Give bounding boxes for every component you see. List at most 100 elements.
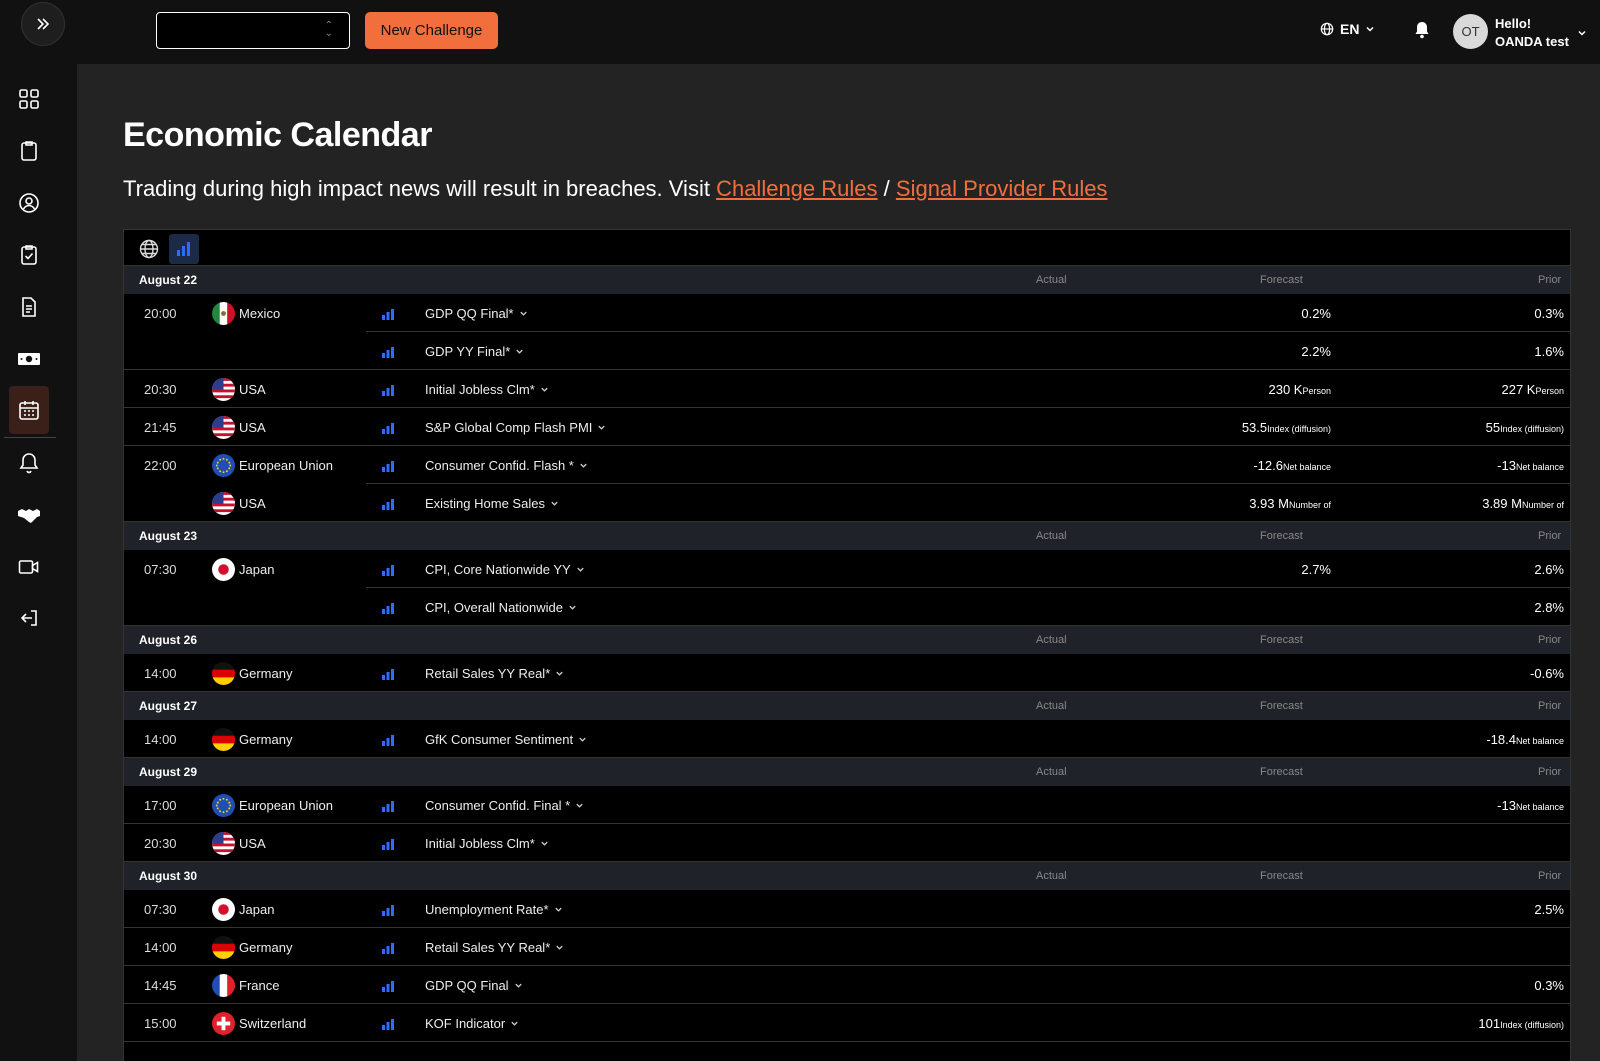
- banknote-icon: [18, 353, 40, 365]
- sidebar-item-calendar[interactable]: [9, 386, 49, 434]
- event-row[interactable]: 14:00 Germany GfK Consumer Sentiment -18…: [124, 720, 1570, 758]
- event-name: KOF Indicator: [425, 1016, 506, 1031]
- event-name-toggle[interactable]: GDP QQ Final*: [425, 306, 528, 321]
- event-name-toggle[interactable]: GfK Consumer Sentiment: [425, 732, 587, 747]
- sidebar-item-payouts[interactable]: [9, 335, 49, 383]
- event-name-toggle[interactable]: KOF Indicator: [425, 1016, 519, 1031]
- sidebar-divider: [4, 437, 56, 438]
- event-row[interactable]: 22:00 European Union Consumer Confid. Fl…: [124, 446, 1570, 484]
- expand-sidebar-button[interactable]: [21, 2, 65, 46]
- event-name-toggle[interactable]: S&P Global Comp Flash PMI: [425, 420, 606, 435]
- event-row[interactable]: 07:30 Japan CPI, Core Nationwide YY 2.7%…: [124, 550, 1570, 588]
- user-menu-toggle[interactable]: [1577, 25, 1587, 43]
- event-name-toggle[interactable]: Retail Sales YY Real*: [425, 940, 564, 955]
- new-challenge-button[interactable]: New Challenge: [365, 12, 498, 49]
- sidebar-item-logout[interactable]: [9, 594, 49, 642]
- country-name: Switzerland: [239, 1016, 307, 1031]
- event-row[interactable]: 20:30 USA Initial Jobless Clm* 230 KPers…: [124, 370, 1570, 408]
- date-header-row: August 27 Actual Forecast Prior: [124, 692, 1570, 720]
- language-selector[interactable]: EN: [1320, 21, 1375, 37]
- sidebar-item-video[interactable]: [9, 543, 49, 591]
- sidebar-item-dashboard[interactable]: [9, 75, 49, 123]
- high-impact-icon: [382, 499, 394, 510]
- flag-eu-icon: [212, 454, 235, 477]
- date-header-row: August 22 Actual Forecast Prior: [124, 266, 1570, 294]
- event-row[interactable]: 21:45 USA S&P Global Comp Flash PMI 53.5…: [124, 408, 1570, 446]
- forecast-value: 0.2%: [1301, 306, 1331, 321]
- event-country: USA: [212, 378, 266, 401]
- event-row[interactable]: 20:30 USA Initial Jobless Clm*: [124, 824, 1570, 862]
- country-filter-button[interactable]: [134, 234, 164, 264]
- impact-indicator: [382, 980, 394, 995]
- avatar[interactable]: OT: [1453, 14, 1488, 49]
- event-country: Japan: [212, 898, 274, 921]
- event-row[interactable]: CPI, Overall Nationwide 2.8%: [124, 588, 1570, 626]
- event-row[interactable]: 07:30 Japan Unemployment Rate* 2.5%: [124, 890, 1570, 928]
- date-header-row: August 26 Actual Forecast Prior: [124, 626, 1570, 654]
- top-bar: ⌃ ⌄ New Challenge EN OT Hello! OANDA test: [0, 0, 1600, 64]
- event-country: USA: [212, 832, 266, 855]
- event-name: GfK Consumer Sentiment: [425, 732, 574, 747]
- high-impact-icon: [382, 309, 394, 320]
- chevron-down-icon: [516, 349, 523, 354]
- event-name-toggle[interactable]: CPI, Core Nationwide YY: [425, 562, 585, 577]
- event-name: Retail Sales YY Real*: [425, 666, 551, 681]
- sort-arrows-icon: ⌃ ⌄: [324, 20, 333, 39]
- event-name-toggle[interactable]: GDP YY Final*: [425, 344, 524, 359]
- event-name-toggle[interactable]: CPI, Overall Nationwide: [425, 600, 577, 615]
- country-name: Germany: [239, 666, 293, 681]
- sidebar-item-clipboard[interactable]: [9, 127, 49, 175]
- event-name: Initial Jobless Clm*: [425, 382, 535, 397]
- row-divider: [124, 1041, 1570, 1042]
- challenge-rules-link[interactable]: Challenge Rules: [716, 176, 877, 201]
- account-select[interactable]: ⌃ ⌄: [156, 12, 350, 49]
- country-name: France: [239, 978, 280, 993]
- impact-indicator: [382, 384, 394, 399]
- forecast-value: 2.2%: [1301, 344, 1331, 359]
- event-name-toggle[interactable]: Existing Home Sales: [425, 496, 559, 511]
- forecast-value: -12.6Net balance: [1253, 458, 1331, 473]
- chevron-down-icon: [556, 671, 563, 676]
- event-row[interactable]: GDP YY Final* 2.2% 1.6%: [124, 332, 1570, 370]
- high-impact-icon: [382, 347, 394, 358]
- event-name-toggle[interactable]: GDP QQ Final: [425, 978, 523, 993]
- event-country: Switzerland: [212, 1012, 306, 1035]
- sidebar-item-checklist[interactable]: [9, 231, 49, 279]
- impact-filter-button[interactable]: [169, 234, 199, 264]
- date-header-row: August 29 Actual Forecast Prior: [124, 758, 1570, 786]
- calendar-icon: [19, 401, 39, 420]
- event-name: GDP YY Final*: [425, 344, 511, 359]
- signal-provider-rules-link[interactable]: Signal Provider Rules: [896, 176, 1108, 201]
- event-name-toggle[interactable]: Initial Jobless Clm*: [425, 836, 549, 851]
- actual-column-header: Actual: [1036, 700, 1067, 712]
- prior-column-header: Prior: [1538, 700, 1562, 712]
- prior-column-header: Prior: [1538, 274, 1562, 286]
- event-name-toggle[interactable]: Unemployment Rate*: [425, 902, 563, 917]
- notifications-button[interactable]: [1414, 21, 1430, 44]
- event-row[interactable]: 14:00 Germany Retail Sales YY Real*: [124, 928, 1570, 966]
- event-name: CPI, Overall Nationwide: [425, 600, 563, 615]
- event-name-toggle[interactable]: Initial Jobless Clm*: [425, 382, 549, 397]
- event-name-toggle[interactable]: Consumer Confid. Flash *: [425, 458, 588, 473]
- country-name: Germany: [239, 732, 293, 747]
- event-country: Mexico: [212, 302, 280, 325]
- high-impact-icon: [382, 423, 394, 434]
- user-greeting[interactable]: Hello! OANDA test: [1495, 15, 1569, 51]
- sidebar-item-notifications[interactable]: [9, 439, 49, 487]
- event-row[interactable]: 17:00 European Union Consumer Confid. Fi…: [124, 786, 1570, 824]
- event-row[interactable]: 20:00 Mexico GDP QQ Final* 0.2% 0.3%: [124, 294, 1570, 332]
- event-name-toggle[interactable]: Retail Sales YY Real*: [425, 666, 564, 681]
- actual-column-header: Actual: [1036, 274, 1067, 286]
- sidebar-item-affiliate[interactable]: [9, 491, 49, 539]
- event-name-toggle[interactable]: Consumer Confid. Final *: [425, 798, 584, 813]
- logout-icon: [20, 610, 37, 626]
- sidebar-item-documents[interactable]: [9, 283, 49, 331]
- chevron-down-icon: [551, 501, 558, 506]
- event-name: GDP QQ Final: [425, 978, 509, 993]
- event-row[interactable]: 15:00 Switzerland KOF Indicator 101Index…: [124, 1004, 1570, 1042]
- sidebar-item-profile[interactable]: [9, 179, 49, 227]
- event-row[interactable]: 14:00 Germany Retail Sales YY Real* -0.6…: [124, 654, 1570, 692]
- event-row[interactable]: 14:45 France GDP QQ Final 0.3%: [124, 966, 1570, 1004]
- sidebar: [0, 64, 77, 1061]
- event-row[interactable]: USA Existing Home Sales 3.93 MNumber of …: [124, 484, 1570, 522]
